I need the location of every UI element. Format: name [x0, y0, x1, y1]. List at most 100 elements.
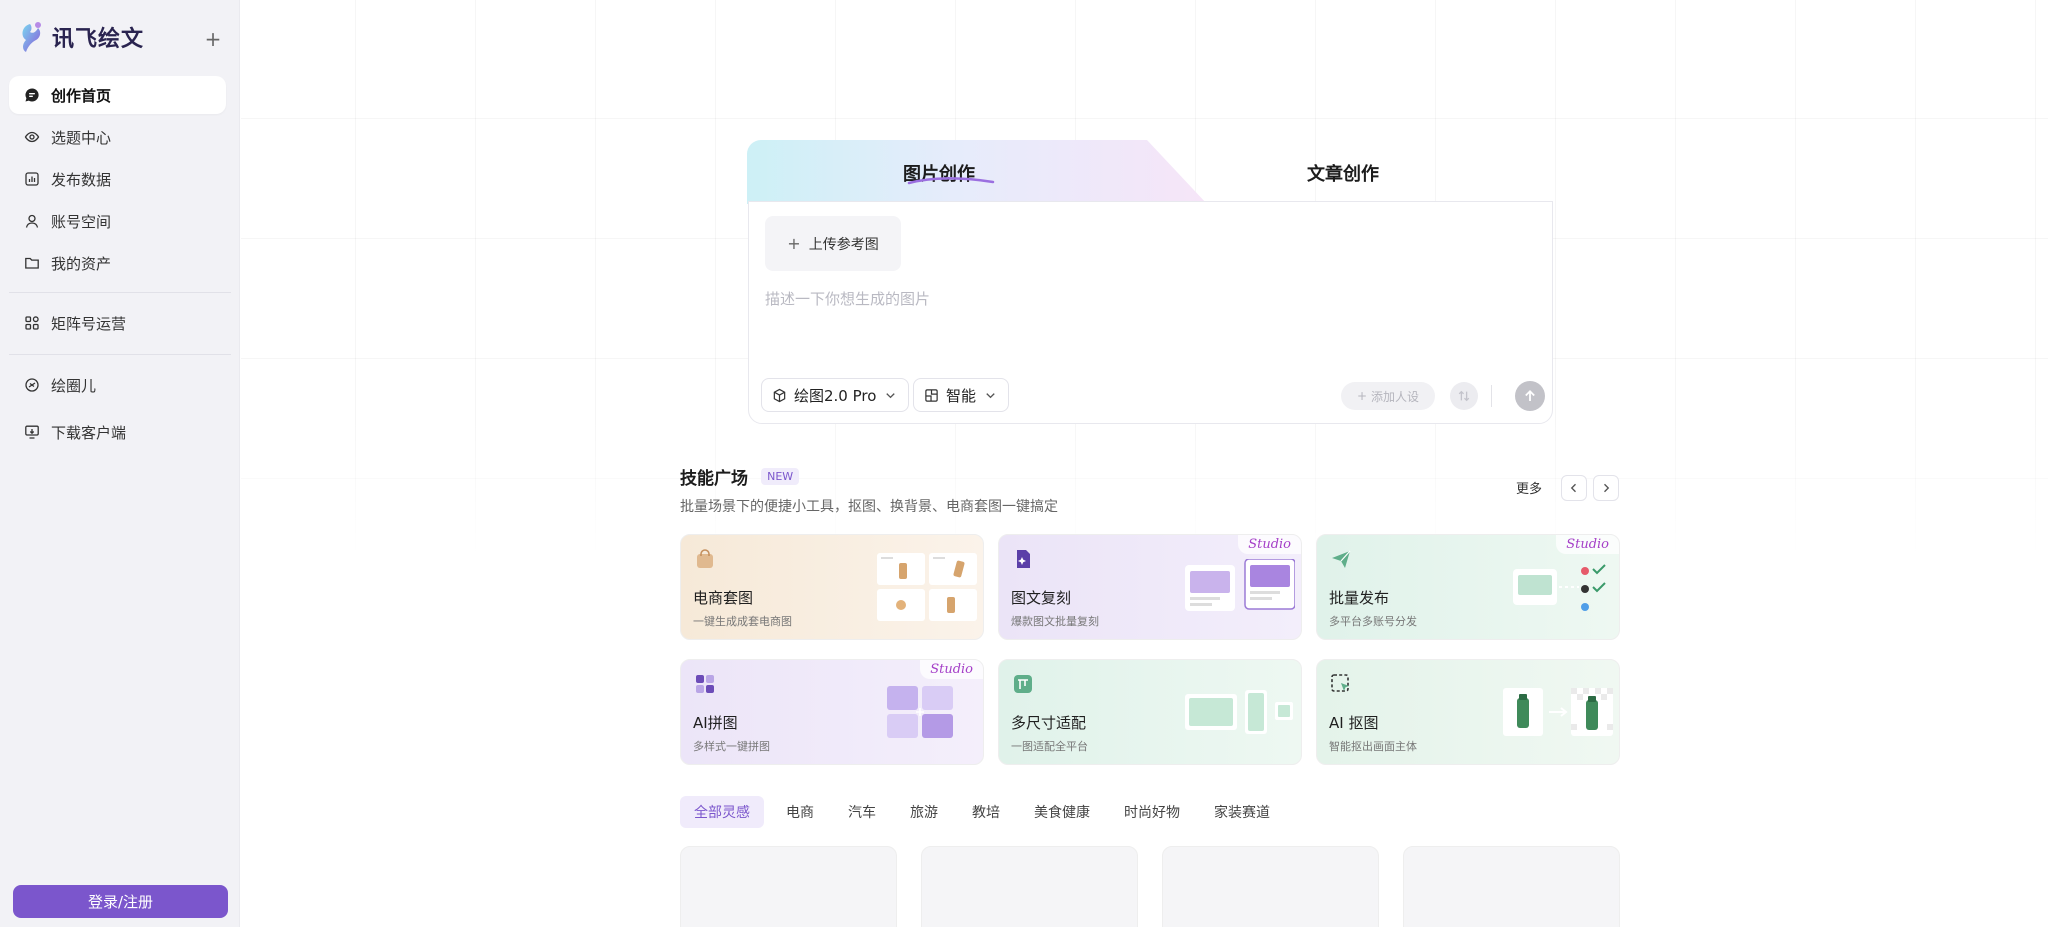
- prompt-composer: + 上传参考图 绘图2.0 Pro 智能 + 添加人设: [748, 201, 1553, 424]
- skill-card-desc: 多平台多账号分发: [1329, 615, 1417, 628]
- add-persona-label: 添加人设: [1371, 389, 1420, 404]
- sidebar-item-label: 创作首页: [51, 86, 112, 105]
- category-tab-all[interactable]: 全部灵感: [680, 796, 764, 828]
- tab-image-creation-bg: [747, 140, 1207, 204]
- monitor-download-icon: [23, 423, 41, 441]
- sidebar-item-label: 矩阵号运营: [51, 314, 127, 333]
- studio-badge: Studio: [1238, 535, 1301, 554]
- skills-subtitle: 批量场景下的便捷小工具，抠图、换背景、电商套图一键搞定: [680, 499, 1058, 515]
- sidebar-item-matrix[interactable]: 矩阵号运营: [9, 304, 226, 342]
- collage-illustration: [887, 686, 953, 738]
- inspiration-category-tabs: 全部灵感 电商 汽车 旅游 教培 美食健康 时尚好物 家装赛道: [680, 796, 1284, 828]
- category-tab-fashion[interactable]: 时尚好物: [1110, 796, 1194, 828]
- toolbar-separator: [1491, 385, 1492, 407]
- brand-name: 讯飞绘文: [52, 27, 145, 52]
- sort-toggle-button[interactable]: [1450, 382, 1478, 410]
- inspiration-card[interactable]: [921, 846, 1138, 927]
- chevron-left-icon: [1570, 483, 1576, 493]
- skills-header: 技能广场 NEW 批量场景下的便捷小工具，抠图、换背景、电商套图一键搞定: [680, 464, 1058, 516]
- sidebar: 讯飞绘文 + 创作首页 选题中心 发布数据 账号空间 我的资产 矩阵号运营 绘圈…: [0, 0, 240, 927]
- skills-more-link[interactable]: 更多: [1516, 478, 1542, 497]
- skill-card-desc: 爆款图文批量复刻: [1011, 615, 1099, 628]
- category-tab-food-health[interactable]: 美食健康: [1020, 796, 1104, 828]
- skill-card-desc: 一图适配全平台: [1011, 740, 1088, 753]
- sidebar-item-topics[interactable]: 选题中心: [9, 118, 226, 156]
- category-tab-ecommerce[interactable]: 电商: [772, 796, 828, 828]
- skills-title: 技能广场: [680, 469, 748, 489]
- sidebar-item-my-assets[interactable]: 我的资产: [9, 244, 226, 282]
- sidebar-item-label: 绘圈儿: [51, 376, 97, 395]
- category-tab-travel[interactable]: 旅游: [896, 796, 952, 828]
- plus-icon: +: [204, 27, 222, 51]
- folder-icon: [23, 254, 41, 272]
- skill-card-ai-cutout[interactable]: AI 抠图 智能抠出画面主体: [1316, 659, 1620, 765]
- add-persona-button[interactable]: + 添加人设: [1341, 382, 1435, 410]
- new-badge: NEW: [761, 468, 800, 485]
- collage-grid-icon: [696, 675, 714, 693]
- skill-card-title: 电商套图: [693, 589, 754, 607]
- sidebar-item-label: 发布数据: [51, 170, 112, 189]
- sidebar-item-account-space[interactable]: 账号空间: [9, 202, 226, 240]
- sidebar-item-home[interactable]: 创作首页: [9, 76, 226, 114]
- cutout-illustration: [1503, 688, 1613, 736]
- skill-card-ai-collage[interactable]: Studio AI拼图 多样式一键拼图: [680, 659, 984, 765]
- skill-card-title: 图文复刻: [1011, 589, 1072, 607]
- skill-card-desc: 多样式一键拼图: [693, 740, 770, 753]
- skill-card-title: 批量发布: [1329, 589, 1390, 607]
- inspiration-card[interactable]: [680, 846, 897, 927]
- arrow-up-icon: [1525, 390, 1535, 401]
- new-chat-button[interactable]: +: [200, 26, 226, 52]
- eye-target-icon: [23, 128, 41, 146]
- upload-reference-button[interactable]: + 上传参考图: [765, 216, 901, 271]
- bar-chart-icon: [23, 170, 41, 188]
- brand[interactable]: 讯飞绘文: [16, 20, 144, 54]
- skill-card-title: AI 抠图: [1329, 714, 1379, 732]
- skill-card-title: AI拼图: [693, 714, 738, 732]
- multi-size-illustration: [1185, 690, 1293, 734]
- skills-next-button[interactable]: [1593, 475, 1619, 501]
- shopping-bag-icon: [697, 549, 713, 568]
- login-register-button[interactable]: 登录/注册: [13, 885, 228, 918]
- skill-card-desc: 一键生成成套电商图: [693, 615, 792, 628]
- sidebar-item-publish-data[interactable]: 发布数据: [9, 160, 226, 198]
- tab-article-creation[interactable]: 文章创作: [1307, 160, 1379, 186]
- user-icon: [23, 212, 41, 230]
- category-tab-auto[interactable]: 汽车: [834, 796, 890, 828]
- ratio-select[interactable]: 智能: [913, 378, 1010, 412]
- aspect-ratio-icon: [925, 388, 938, 402]
- sidebar-item-label: 账号空间: [51, 212, 112, 231]
- creation-tabs: 图片创作 文章创作: [747, 140, 1550, 204]
- skills-prev-button[interactable]: [1561, 475, 1587, 501]
- resize-frame-icon: [1014, 675, 1032, 693]
- category-tab-education[interactable]: 教培: [958, 796, 1014, 828]
- plus-icon: +: [787, 234, 801, 253]
- skill-card-desc: 智能抠出画面主体: [1329, 740, 1417, 753]
- category-tab-home-decor[interactable]: 家装赛道: [1200, 796, 1284, 828]
- skill-card-copy-post[interactable]: Studio 图文复刻 爆款图文批量复刻: [998, 534, 1302, 640]
- studio-badge: Studio: [1556, 535, 1619, 554]
- skill-card-ecommerce-set[interactable]: 电商套图 一键生成成套电商图: [680, 534, 984, 640]
- circle-chat-icon: [23, 376, 41, 394]
- chevron-down-icon: [886, 392, 896, 398]
- document-sparkle-icon: [1017, 550, 1030, 568]
- tab-active-underline: [907, 177, 995, 185]
- sidebar-item-huiquan[interactable]: 绘圈儿: [9, 366, 226, 404]
- skill-card-multi-size[interactable]: 多尺寸适配 一图适配全平台: [998, 659, 1302, 765]
- skill-card-batch-publish[interactable]: Studio 批量发布 多平台多账号分发: [1316, 534, 1620, 640]
- chevron-right-icon: [1604, 483, 1610, 493]
- prompt-input[interactable]: [765, 290, 1525, 308]
- upload-reference-label: 上传参考图: [808, 236, 879, 253]
- plus-icon: +: [1356, 389, 1368, 403]
- sidebar-item-label: 选题中心: [51, 128, 112, 147]
- sidebar-item-download-client[interactable]: 下载客户端: [9, 413, 226, 451]
- send-button[interactable]: [1515, 381, 1545, 411]
- paper-plane-icon: [1332, 550, 1351, 568]
- cube-icon: [773, 388, 786, 402]
- model-select[interactable]: 绘图2.0 Pro: [761, 378, 910, 412]
- inspiration-card[interactable]: [1162, 846, 1379, 927]
- inspiration-card[interactable]: [1403, 846, 1620, 927]
- main-content: 图片创作 文章创作 + 上传参考图 绘图2.0 Pro 智能 + 添加人设: [241, 0, 2048, 927]
- chat-bubble-icon: [23, 86, 41, 104]
- sidebar-item-label: 下载客户端: [51, 423, 127, 442]
- model-select-label: 绘图2.0 Pro: [794, 386, 877, 405]
